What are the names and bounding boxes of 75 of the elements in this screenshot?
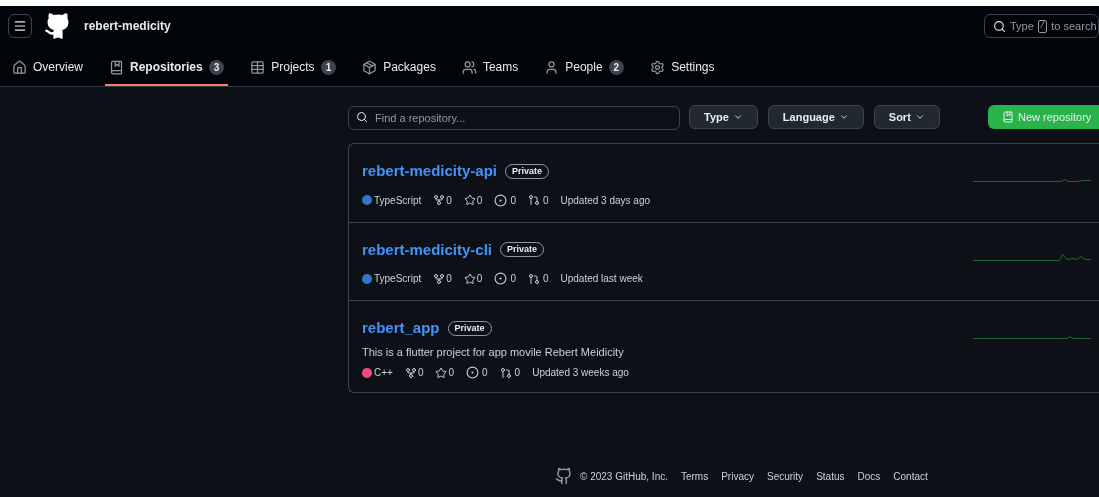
- organization-name[interactable]: rebert-medicity: [84, 17, 171, 35]
- repository-link[interactable]: rebert_app: [362, 317, 440, 340]
- person-icon: [544, 59, 560, 75]
- count-badge: 1: [320, 59, 337, 75]
- search-hint: to search: [1051, 18, 1097, 34]
- nav-tab[interactable]: Teams: [457, 50, 523, 86]
- count-badge: 3: [208, 59, 225, 75]
- nav-tab[interactable]: Overview: [8, 50, 87, 86]
- footer-link[interactable]: Privacy: [721, 468, 754, 484]
- menu-icon: [13, 19, 27, 33]
- language-name: TypeScript: [374, 272, 422, 286]
- issue-icon: [494, 193, 508, 207]
- footer-link[interactable]: Contact: [893, 468, 928, 484]
- search-icon: [993, 19, 1006, 33]
- pull-request-count: 0: [542, 272, 549, 286]
- shortcut-key: /: [1037, 19, 1048, 33]
- pull-request-icon: [499, 366, 512, 379]
- footer-link[interactable]: Security: [767, 468, 804, 484]
- table-icon: [250, 59, 266, 75]
- repository-link[interactable]: rebert-medicity-cli: [362, 238, 493, 261]
- fork-icon: [404, 366, 417, 379]
- star-icon: [463, 272, 476, 285]
- find-repository-field[interactable]: Find a repository...: [348, 106, 680, 130]
- fork-icon: [433, 194, 446, 206]
- issue-icon: [466, 366, 480, 379]
- package-icon: [362, 59, 378, 75]
- pull-request-count: 0: [542, 193, 549, 208]
- footer-link[interactable]: Docs: [857, 468, 881, 484]
- nav-tab[interactable]: People 2: [540, 50, 629, 86]
- issue-count: 0: [510, 193, 516, 208]
- filter-dropdown[interactable]: Sort: [873, 105, 940, 129]
- language-name: TypeScript: [374, 193, 422, 208]
- issue-count: 0: [482, 366, 488, 380]
- fork-icon: [433, 272, 446, 285]
- nav-tab[interactable]: Settings: [646, 50, 719, 86]
- pull-request-icon: [527, 272, 540, 285]
- caret-icon: [732, 112, 743, 122]
- language-name: C++: [374, 366, 393, 380]
- updated-time: Updated last week: [560, 272, 643, 286]
- search-hint: Type: [1010, 18, 1034, 34]
- people-icon: [461, 59, 477, 75]
- repository-description: This is a flutter project for app movile Rebert Meidicity: [362, 344, 625, 360]
- filter-dropdown[interactable]: Language: [767, 105, 864, 129]
- pull-request-icon: [527, 194, 540, 206]
- fork-count: 0: [417, 366, 424, 380]
- nav-tab[interactable]: Packages: [358, 50, 440, 86]
- star-count: 0: [476, 272, 483, 286]
- search-icon: [356, 111, 368, 123]
- caret-icon: [838, 112, 849, 122]
- pull-request-count: 0: [514, 366, 521, 380]
- issue-icon: [494, 272, 508, 285]
- footer-link[interactable]: Terms: [680, 468, 709, 484]
- fork-count: 0: [446, 193, 452, 208]
- menu-button[interactable]: [8, 14, 32, 38]
- fork-count: 0: [446, 272, 452, 286]
- footer-link[interactable]: Status: [816, 468, 845, 484]
- star-icon: [435, 366, 448, 379]
- star-count: 0: [448, 366, 455, 380]
- nav-tab[interactable]: Projects 1: [246, 50, 341, 86]
- updated-time: Updated 3 weeks ago: [532, 366, 629, 380]
- star-icon: [463, 194, 476, 206]
- caret-icon: [914, 112, 925, 122]
- book-icon: [1002, 111, 1014, 123]
- settings-icon: [650, 59, 666, 75]
- filter-dropdown[interactable]: Type: [689, 105, 758, 129]
- count-badge: 2: [608, 59, 625, 75]
- updated-time: Updated 3 days ago: [560, 193, 650, 208]
- copyright-text: © 2023 GitHub, Inc.: [580, 469, 668, 484]
- star-count: 0: [476, 193, 483, 208]
- search-field[interactable]: Type / to search: [984, 14, 1099, 38]
- logo-icon[interactable]: [555, 467, 573, 485]
- home-icon: [12, 59, 27, 75]
- issue-count: 0: [510, 272, 516, 286]
- repository-link[interactable]: rebert-medicity-api: [362, 160, 498, 183]
- book-icon: [109, 59, 124, 75]
